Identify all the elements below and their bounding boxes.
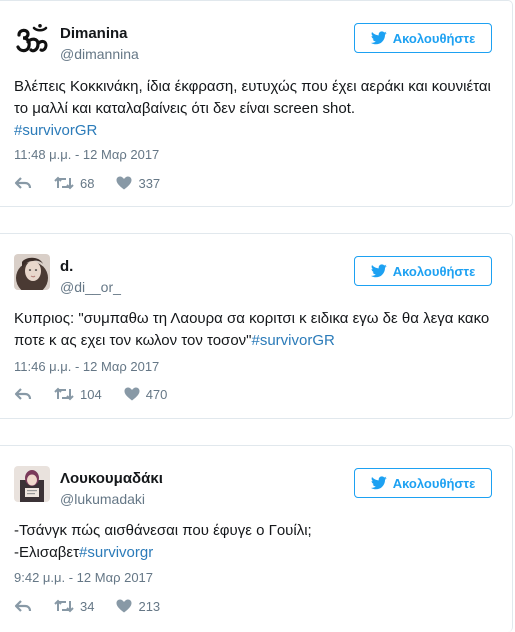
retweet-count: 104: [80, 386, 102, 402]
display-name[interactable]: Λουκουμαδάκι: [60, 470, 163, 488]
tweet-text: Κυπριος: "συμπαθω τη Λαουρα σα κοριτσι κ…: [14, 308, 498, 352]
follow-button-label: Ακολουθήστε: [392, 475, 476, 491]
timestamp[interactable]: 11:48 μ.μ. - 12 Μαρ 2017: [14, 147, 159, 163]
retweet-icon: [54, 176, 74, 190]
reply-icon: [14, 177, 32, 189]
user-handle[interactable]: @di__or_: [60, 278, 121, 296]
tweet-card: d. @di__or_ Ακολουθήστε Κυπριος: "συμπαθ…: [0, 233, 513, 419]
reply-button[interactable]: [14, 176, 32, 190]
reply-button[interactable]: [14, 387, 32, 401]
follow-button[interactable]: Ακολουθήστε: [354, 468, 492, 498]
follow-button[interactable]: Ακολουθήστε: [354, 23, 492, 53]
timestamp[interactable]: 11:46 μ.μ. - 12 Μαρ 2017: [14, 359, 159, 375]
like-count: 213: [138, 598, 161, 614]
reply-icon: [14, 388, 32, 400]
reply-button[interactable]: [14, 599, 32, 613]
timestamp[interactable]: 9:42 μ.μ. - 12 Μαρ 2017: [14, 570, 153, 586]
twitter-bird-icon: [370, 476, 387, 490]
follow-button-label: Ακολουθήστε: [392, 263, 476, 279]
heart-icon: [116, 599, 132, 613]
heart-icon: [116, 176, 132, 190]
retweet-icon: [54, 599, 74, 613]
like-count: 337: [138, 175, 161, 191]
retweet-count: 68: [80, 175, 95, 191]
tweet-actions: 104 470: [14, 384, 189, 404]
retweet-button[interactable]: 104: [54, 387, 102, 402]
tweet-text: Βλέπεις Κοκκινάκη, ίδια έκφραση, ευτυχώς…: [14, 76, 498, 142]
retweet-count: 34: [80, 598, 95, 614]
user-handle[interactable]: @lukumadaki: [60, 490, 145, 508]
tweet-body-line1: -Τσάνγκ πώς αισθάνεσαι που έφυγε ο Γουίλ…: [14, 522, 312, 539]
twitter-bird-icon: [370, 264, 387, 278]
reply-icon: [14, 600, 32, 612]
follow-button-label: Ακολουθήστε: [392, 30, 476, 46]
retweet-button[interactable]: 68: [54, 176, 94, 191]
avatar[interactable]: [14, 466, 50, 502]
tweet-body-line2: -Ελισαβετ: [14, 544, 80, 561]
follow-button[interactable]: Ακολουθήστε: [354, 256, 492, 286]
tweet-body: Βλέπεις Κοκκινάκη, ίδια έκφραση, ευτυχώς…: [14, 78, 491, 117]
display-name[interactable]: Dimanina: [60, 25, 128, 43]
avatar[interactable]: [14, 23, 50, 59]
tweet-card: Dimanina @dimannina Ακολουθήστε Βλέπεις …: [0, 0, 513, 207]
user-handle[interactable]: @dimannina: [60, 45, 139, 63]
hashtag-link[interactable]: #survivorGR: [251, 332, 334, 349]
retweet-icon: [54, 387, 74, 401]
retweet-button[interactable]: 34: [54, 599, 94, 614]
tweet-card: Λουκουμαδάκι @lukumadaki Ακολουθήστε -Τσ…: [0, 445, 513, 632]
heart-icon: [124, 387, 140, 401]
tweet-actions: 68 337: [14, 173, 182, 193]
twitter-bird-icon: [370, 31, 387, 45]
like-button[interactable]: 470: [124, 386, 168, 402]
tweet-text: -Τσάνγκ πώς αισθάνεσαι που έφυγε ο Γουίλ…: [14, 520, 498, 564]
like-button[interactable]: 213: [116, 599, 160, 614]
display-name[interactable]: d.: [60, 258, 73, 276]
like-count: 470: [145, 386, 168, 402]
hashtag-link[interactable]: #survivorgr: [79, 544, 153, 561]
hashtag-link[interactable]: #survivorGR: [14, 122, 97, 139]
avatar[interactable]: [14, 254, 50, 290]
tweet-actions: 34 213: [14, 596, 182, 616]
like-button[interactable]: 337: [116, 176, 160, 191]
